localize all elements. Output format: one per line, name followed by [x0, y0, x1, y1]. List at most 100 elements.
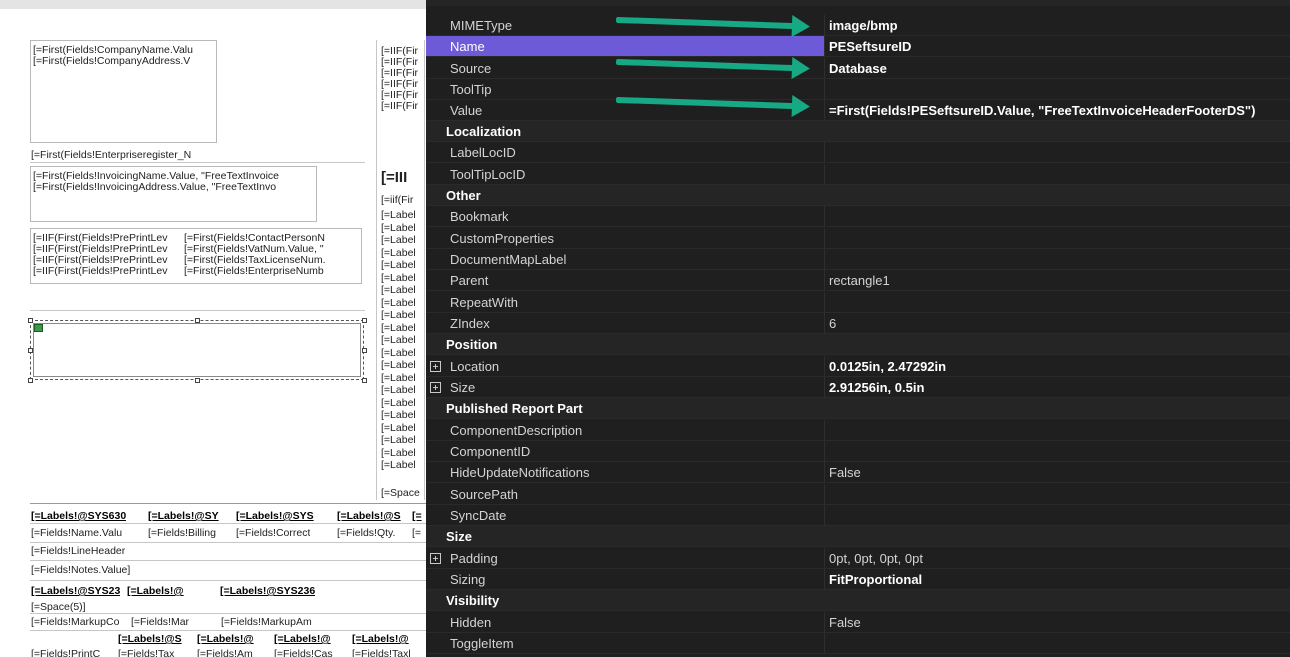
prop-value[interactable]	[824, 633, 1290, 654]
right-label-field[interactable]: [=Label	[381, 448, 425, 459]
table-cell[interactable]: [=Fields!Qty.	[337, 528, 395, 539]
right-label-field[interactable]: [=Label	[381, 373, 425, 384]
category-position[interactable]: Position	[426, 334, 1290, 355]
prop-value[interactable]	[824, 292, 1290, 313]
right-label-field[interactable]: [=Label	[381, 273, 425, 284]
right-label-field[interactable]: [=Label	[381, 435, 425, 446]
right-label-field[interactable]: [=Label	[381, 423, 425, 434]
print-cell[interactable]: [=Fields!Cas	[274, 649, 333, 657]
table-header-cell[interactable]: [=	[412, 511, 422, 522]
prop-value[interactable]: PESeftsureID	[824, 36, 1290, 57]
category-published-report-part[interactable]: Published Report Part	[426, 398, 1290, 419]
table-header-cell[interactable]: [=Labels!@SY	[148, 511, 219, 522]
table-header-cell[interactable]: [=Labels!@	[352, 634, 409, 645]
right-label-field[interactable]: [=Label	[381, 398, 425, 409]
prop-row-componentid[interactable]: ComponentID	[426, 441, 1290, 462]
right-label-field[interactable]: [=Label	[381, 360, 425, 371]
prop-row-customproperties[interactable]: CustomProperties	[426, 228, 1290, 249]
table-header-cell[interactable]: [=Labels!@S	[118, 634, 182, 645]
prop-value[interactable]	[824, 164, 1290, 185]
right-label-field[interactable]: [=Label	[381, 248, 425, 259]
right-iif-field[interactable]: [=IIF(Fir	[381, 101, 425, 112]
prop-value[interactable]: rectangle1	[824, 270, 1290, 291]
prop-row-tooltiplocid[interactable]: ToolTipLocID	[426, 164, 1290, 185]
resize-handle[interactable]	[195, 318, 200, 323]
right-label-field[interactable]: [=Label	[381, 260, 425, 271]
prop-value[interactable]	[824, 206, 1290, 227]
prop-row-zindex[interactable]: ZIndex 6	[426, 313, 1290, 334]
table-cell[interactable]: [=Fields!Name.Valu	[31, 528, 122, 539]
resize-handle[interactable]	[28, 348, 33, 353]
table-header-cell[interactable]: [=Labels!@SYS630	[31, 511, 126, 522]
prop-row-labellocid[interactable]: LabelLocID	[426, 142, 1290, 163]
prop-row-hideupdatenotifications[interactable]: HideUpdateNotifications False	[426, 462, 1290, 483]
right-iif-field[interactable]: [=IIF(Fir	[381, 57, 425, 68]
table-header-cell[interactable]: [=Labels!@	[197, 634, 254, 645]
right-label-field[interactable]: [=Label	[381, 223, 425, 234]
category-other[interactable]: Other	[426, 185, 1290, 206]
prop-row-repeatwith[interactable]: RepeatWith	[426, 292, 1290, 313]
prop-row-parent[interactable]: Parent rectangle1	[426, 270, 1290, 291]
prop-value[interactable]	[824, 142, 1290, 163]
prop-value[interactable]	[824, 441, 1290, 462]
right-label-field[interactable]: [=Label	[381, 348, 425, 359]
right-title-field[interactable]: [=III	[381, 170, 425, 186]
prop-value[interactable]: False	[824, 462, 1290, 483]
category-visibility[interactable]: Visibility	[426, 590, 1290, 611]
resize-handle[interactable]	[28, 378, 33, 383]
prop-value[interactable]: Database	[824, 58, 1290, 79]
prop-value[interactable]: 6	[824, 313, 1290, 334]
prop-row-toggleitem[interactable]: ToggleItem	[426, 633, 1290, 654]
prop-value[interactable]: False	[824, 612, 1290, 633]
properties-grid[interactable]: MIMEType image/bmp Name PESeftsureID Sou…	[426, 0, 1290, 657]
table-header-cell[interactable]: [=Labels!@	[274, 634, 331, 645]
resize-handle[interactable]	[362, 348, 367, 353]
prop-value[interactable]	[824, 249, 1290, 270]
prop-value[interactable]: =First(Fields!PESeftsureID.Value, "FreeT…	[824, 100, 1290, 121]
right-label-field[interactable]: [=Label	[381, 410, 425, 421]
prop-row-documentmaplabel[interactable]: DocumentMapLabel	[426, 249, 1290, 270]
right-iif-field[interactable]: [=IIF(Fir	[381, 46, 425, 57]
resize-handle[interactable]	[362, 378, 367, 383]
prop-value[interactable]	[824, 484, 1290, 505]
enterprise-register-field[interactable]: [=First(Fields!Enterpriseregister_N	[31, 150, 217, 161]
report-design-surface[interactable]: [=First(Fields!CompanyName.Valu [=First(…	[0, 0, 426, 657]
print-cell[interactable]: [=Fields!Taxl	[352, 649, 411, 657]
prop-value[interactable]	[824, 420, 1290, 441]
prop-value[interactable]	[824, 505, 1290, 526]
right-label-field[interactable]: [=Label	[381, 310, 425, 321]
right-label-field[interactable]: [=Label	[381, 323, 425, 334]
right-iif-field[interactable]: [=IIF(Fir	[381, 68, 425, 79]
table-header-cell[interactable]: [=Labels!@SYS236	[220, 586, 315, 597]
company-textbox[interactable]: [=First(Fields!CompanyName.Valu [=First(…	[30, 40, 217, 143]
table-header-cell[interactable]: [=Labels!@S	[337, 511, 401, 522]
right-label-field[interactable]: [=Label	[381, 385, 425, 396]
selected-image-control[interactable]	[30, 320, 364, 380]
table-cell[interactable]: [=Fields!Correct	[236, 528, 310, 539]
line-header-field[interactable]: [=Fields!LineHeader	[31, 546, 125, 557]
prop-value[interactable]: image/bmp	[824, 15, 1290, 36]
notes-field[interactable]: [=Fields!Notes.Value]	[31, 565, 130, 576]
prop-row-hidden[interactable]: Hidden False	[426, 612, 1290, 633]
table-cell[interactable]: [=	[412, 528, 421, 539]
prop-value[interactable]: 2.91256in, 0.5in	[824, 377, 1290, 398]
right-label-field[interactable]: [=Label	[381, 298, 425, 309]
prop-row-sourcepath[interactable]: SourcePath	[426, 484, 1290, 505]
prop-row-sizing[interactable]: Sizing FitProportional	[426, 569, 1290, 590]
right-iif-small-field[interactable]: [=iif(Fir	[381, 195, 425, 206]
print-cell[interactable]: [=Fields!Am	[197, 649, 253, 657]
resize-handle[interactable]	[195, 378, 200, 383]
table-header-cell[interactable]: [=Labels!@SYS23	[31, 586, 120, 597]
invoicing-textbox[interactable]: [=First(Fields!InvoicingName.Value, "Fre…	[30, 166, 317, 222]
prop-row-padding[interactable]: Padding 0pt, 0pt, 0pt, 0pt	[426, 548, 1290, 569]
right-label-field[interactable]: [=Label	[381, 235, 425, 246]
prop-value[interactable]	[824, 79, 1290, 100]
print-cell[interactable]: [=Fields!PrintC	[31, 649, 100, 657]
preprint-table[interactable]: [=IIF(First(Fields!PrePrintLev [=IIF(Fir…	[30, 228, 362, 284]
prop-value[interactable]: FitProportional	[824, 569, 1290, 590]
prop-value[interactable]	[824, 228, 1290, 249]
right-label-field[interactable]: [=Label	[381, 460, 425, 471]
right-space-field[interactable]: [=Space	[381, 488, 425, 499]
right-label-field[interactable]: [=Label	[381, 285, 425, 296]
prop-row-source[interactable]: Source Database	[426, 58, 1290, 79]
